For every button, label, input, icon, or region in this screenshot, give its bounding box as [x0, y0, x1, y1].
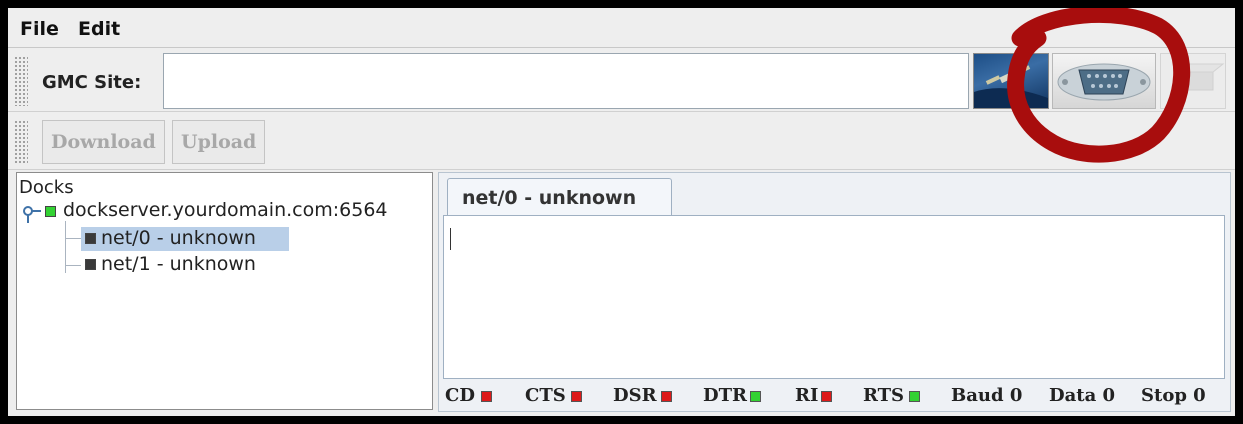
dock-status-icon — [85, 233, 96, 244]
tree-server-label[interactable]: dockserver.yourdomain.com:6564 — [63, 199, 388, 221]
tab-label: net/0 - unknown — [462, 187, 637, 209]
dsr-label: DSR — [613, 385, 657, 406]
application-window: File Edit GMC Site: Download Upload Dock… — [8, 8, 1235, 416]
server-status-icon — [45, 206, 56, 217]
ri-led-icon — [821, 391, 832, 402]
dock-tree: Docks dockserver.yourdomain.com:6564 net… — [16, 172, 433, 410]
tree-item-label: net/1 - unknown — [101, 253, 256, 275]
terminal-panel: net/0 - unknown CD CTS DSR DTR RI RTS Ba… — [438, 172, 1231, 412]
ri-label: RI — [795, 385, 819, 406]
cts-led-icon — [571, 391, 582, 402]
serial-status-bar: CD CTS DSR DTR RI RTS Baud 0 Data 0 Stop… — [445, 383, 1225, 409]
dtr-led-icon — [750, 391, 761, 402]
rts-led-icon — [909, 391, 920, 402]
dtr-label: DTR — [703, 385, 747, 406]
dock-status-icon — [85, 259, 96, 270]
tree-connector — [65, 265, 81, 266]
text-caret — [450, 228, 451, 250]
tree-connector — [65, 238, 81, 239]
tree-item-net0[interactable]: net/0 - unknown — [81, 227, 289, 251]
cts-label: CTS — [525, 385, 566, 406]
dsr-led-icon — [661, 391, 672, 402]
data-status: Data 0 — [1049, 385, 1116, 406]
cd-led-icon — [481, 391, 492, 402]
tree-item-label: net/0 - unknown — [101, 227, 256, 249]
cd-label: CD — [445, 385, 475, 406]
terminal-text-area[interactable] — [443, 215, 1225, 379]
stop-status: Stop 0 — [1141, 385, 1206, 406]
rts-label: RTS — [863, 385, 905, 406]
baud-status: Baud 0 — [951, 385, 1023, 406]
tree-item-net1[interactable]: net/1 - unknown — [81, 253, 289, 277]
annotation-highlight — [1007, 8, 1191, 163]
